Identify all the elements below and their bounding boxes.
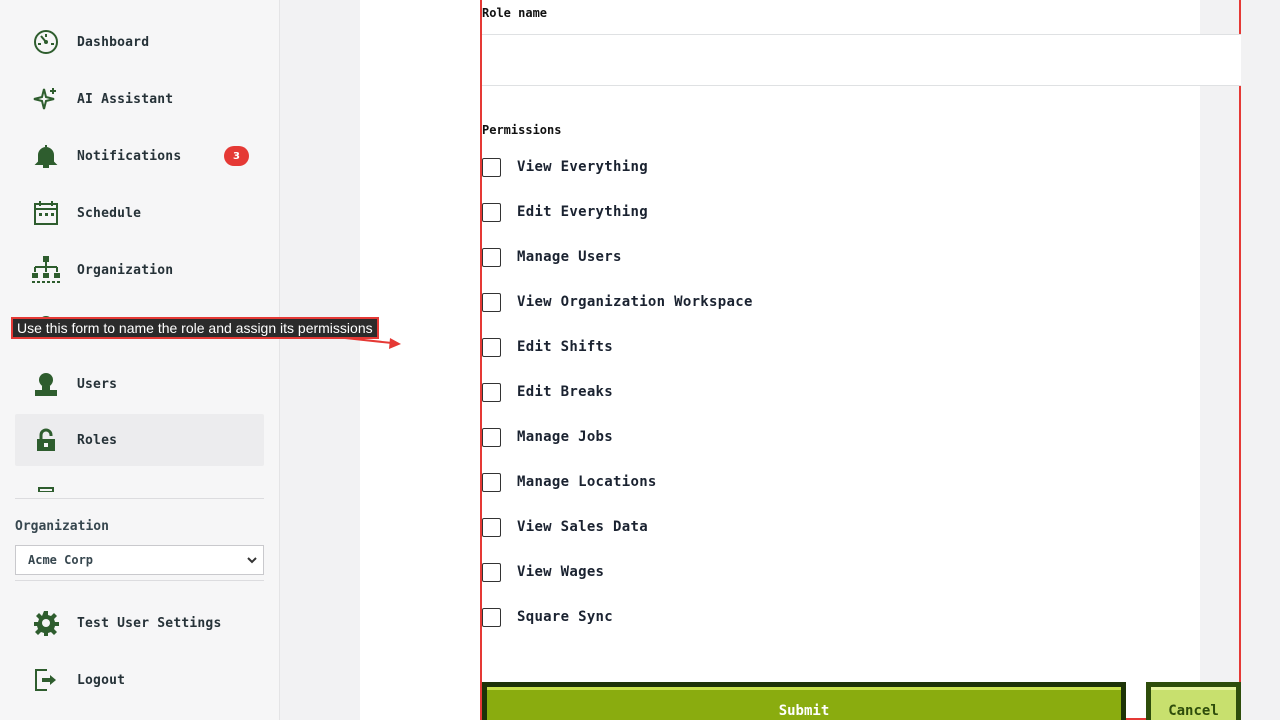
role-name-input[interactable] xyxy=(482,34,1241,86)
sidebar-item-label: Logout xyxy=(77,672,126,688)
permission-item[interactable]: Edit Breaks xyxy=(482,381,613,403)
permission-item[interactable]: Edit Shifts xyxy=(482,336,613,358)
permission-item[interactable]: View Wages xyxy=(482,561,604,583)
permission-label: Square Sync xyxy=(517,609,614,625)
organization-select[interactable]: Acme Corp xyxy=(15,545,264,575)
permission-label: View Wages xyxy=(517,564,605,580)
sidebar-item-roles[interactable]: Roles xyxy=(15,414,264,466)
permission-label: View Sales Data xyxy=(517,519,648,535)
permission-label: Edit Shifts xyxy=(517,339,614,355)
permission-item[interactable]: Manage Jobs xyxy=(482,426,613,448)
sidebar-item-label: Test User Settings xyxy=(77,615,222,631)
annotation-tooltip: Use this form to name the role and assig… xyxy=(11,317,379,339)
sidebar-item-label: Organization xyxy=(77,262,174,278)
permission-checkbox[interactable] xyxy=(482,427,501,447)
permission-label: Edit Everything xyxy=(517,204,648,220)
permission-item[interactable]: Manage Locations xyxy=(482,471,657,493)
sidebar-item-ai-assistant[interactable]: AI Assistant xyxy=(15,73,264,125)
permission-checkbox[interactable] xyxy=(482,517,501,537)
organization-select-value: Acme Corp xyxy=(28,553,94,567)
sidebar-item-partial[interactable] xyxy=(15,476,264,492)
permission-checkbox[interactable] xyxy=(482,157,501,177)
role-name-label: Role name xyxy=(482,6,548,20)
permission-label: Manage Users xyxy=(517,249,622,265)
partial-icon xyxy=(31,484,61,492)
permission-checkbox[interactable] xyxy=(482,382,501,402)
sidebar-item-label: Roles xyxy=(77,432,118,448)
permission-checkbox[interactable] xyxy=(482,337,501,357)
logout-icon xyxy=(31,665,61,695)
dashboard-icon xyxy=(31,27,61,57)
sidebar-divider xyxy=(15,580,264,581)
main-content: Role name Permissions View Everything Ed… xyxy=(280,0,1280,720)
sidebar-item-dashboard[interactable]: Dashboard xyxy=(15,16,264,68)
permission-label: Manage Locations xyxy=(517,474,657,490)
permission-checkbox[interactable] xyxy=(482,562,501,582)
sidebar-item-notifications[interactable]: Notifications 3 xyxy=(15,130,264,182)
permission-label: Edit Breaks xyxy=(517,384,614,400)
permission-checkbox[interactable] xyxy=(482,607,501,627)
permission-checkbox[interactable] xyxy=(482,202,501,222)
chevron-down-icon xyxy=(247,554,257,568)
calendar-icon xyxy=(31,198,61,228)
org-chart-icon xyxy=(31,255,61,285)
form-card: Role name Permissions View Everything Ed… xyxy=(360,0,1241,720)
sidebar-item-settings[interactable]: Test User Settings xyxy=(15,597,264,649)
sidebar-item-label: AI Assistant xyxy=(77,91,174,107)
sidebar-item-schedule[interactable]: Schedule xyxy=(15,187,264,239)
permissions-label: Permissions xyxy=(482,123,562,137)
permission-label: View Everything xyxy=(517,159,648,175)
cancel-button[interactable]: Cancel xyxy=(1146,682,1241,720)
sidebar-item-label: Schedule xyxy=(77,205,142,221)
permission-label: View Organization Workspace xyxy=(517,294,753,310)
sidebar-item-logout[interactable]: Logout xyxy=(15,654,264,706)
permission-item[interactable]: Edit Everything xyxy=(482,201,648,223)
permission-item[interactable]: View Everything xyxy=(482,156,648,178)
gear-icon xyxy=(31,608,61,638)
sidebar-item-users[interactable]: Users xyxy=(15,358,264,410)
sidebar-item-label: Dashboard xyxy=(77,34,150,50)
lock-icon xyxy=(31,425,61,455)
organization-label: Organization xyxy=(15,519,109,534)
sidebar-divider xyxy=(15,498,264,499)
permission-item[interactable]: View Organization Workspace xyxy=(482,291,753,313)
sidebar-item-organization[interactable]: Organization xyxy=(15,244,264,296)
sidebar-item-label: Users xyxy=(77,376,118,392)
permission-item[interactable]: Manage Users xyxy=(482,246,622,268)
permission-checkbox[interactable] xyxy=(482,292,501,312)
permission-item[interactable]: View Sales Data xyxy=(482,516,648,538)
permission-item[interactable]: Square Sync xyxy=(482,606,613,628)
submit-button[interactable]: Submit xyxy=(482,682,1126,720)
role-form: Role name Permissions View Everything Ed… xyxy=(480,0,1241,720)
permission-checkbox[interactable] xyxy=(482,247,501,267)
sidebar-item-label: Notifications xyxy=(77,148,182,164)
notification-count-badge: 3 xyxy=(224,146,249,166)
permission-label: Manage Jobs xyxy=(517,429,614,445)
user-icon xyxy=(31,369,61,399)
bell-icon xyxy=(31,141,61,171)
permission-checkbox[interactable] xyxy=(482,472,501,492)
sidebar: Dashboard AI Assistant Notifications 3 S… xyxy=(0,0,280,720)
sparkle-icon xyxy=(31,84,61,114)
